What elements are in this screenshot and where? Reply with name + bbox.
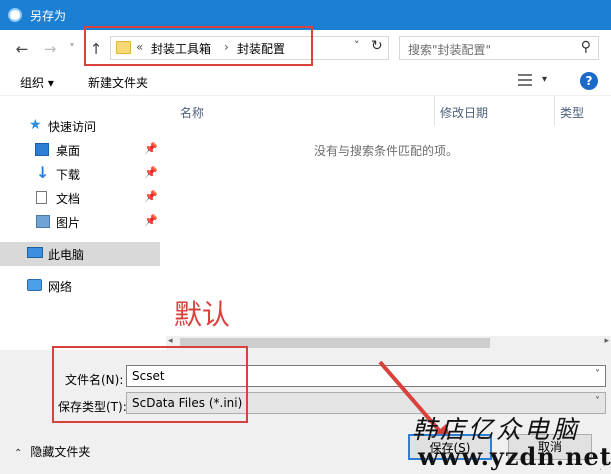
picture-icon <box>36 215 50 228</box>
column-header-type[interactable]: 类型 <box>560 104 584 121</box>
hide-folders-label: 隐藏文件夹 <box>30 445 91 459</box>
sidebar-item-downloads[interactable]: ↓ 下载 📌 <box>0 162 160 186</box>
pin-icon[interactable]: 📌 <box>144 142 158 155</box>
column-divider[interactable] <box>434 96 435 126</box>
pin-icon[interactable]: 📌 <box>144 190 158 203</box>
recent-locations-chevron-icon[interactable]: ˅ <box>62 39 82 59</box>
download-icon: ↓ <box>36 163 50 182</box>
pin-icon[interactable]: 📌 <box>144 166 158 179</box>
organize-menu-button[interactable]: 组织 ▾ <box>20 74 54 91</box>
sidebar-item-label: 图片 <box>56 216 81 230</box>
sidebar-item-quick-access[interactable]: ★ 快速访问 <box>0 114 160 138</box>
sidebar-item-label: 此电脑 <box>48 248 85 262</box>
annotation-label: 默认 <box>174 298 231 331</box>
watermark-url: www.yzdn.net <box>418 442 611 471</box>
desktop-icon <box>35 143 49 156</box>
window-title: 另存为 <box>30 9 67 23</box>
filename-dropdown-icon[interactable]: ˅ <box>595 369 600 380</box>
computer-icon <box>27 247 43 258</box>
sidebar-item-pictures[interactable]: 图片 📌 <box>0 210 160 234</box>
document-icon <box>36 191 47 204</box>
search-input[interactable]: 搜索"封装配置" ⚲ <box>399 36 599 60</box>
empty-message: 没有与搜索条件匹配的项。 <box>314 144 459 158</box>
sidebar-item-network[interactable]: 网络 <box>0 274 160 298</box>
annotation-box-address <box>84 26 313 66</box>
app-icon <box>8 8 22 22</box>
collapse-chevron-icon: ⌃ <box>14 448 23 459</box>
back-arrow-icon[interactable]: ← <box>12 39 32 59</box>
pin-icon[interactable]: 📌 <box>144 214 158 227</box>
sidebar-item-label: 桌面 <box>56 144 81 158</box>
navigation-pane: ★ 快速访问 桌面 📌 ↓ 下载 📌 文档 📌 图片 📌 此电脑 网络 <box>0 96 160 350</box>
sidebar-item-label: 下载 <box>56 168 81 182</box>
sidebar-item-desktop[interactable]: 桌面 📌 <box>0 138 160 162</box>
watermark-text: 韩店亿众电脑 <box>412 415 581 444</box>
refresh-icon[interactable]: ↻ <box>371 38 383 54</box>
view-options-icon[interactable] <box>518 74 532 86</box>
column-header-name[interactable]: 名称 <box>180 104 204 121</box>
new-folder-button[interactable]: 新建文件夹 <box>88 74 148 91</box>
scroll-right-icon[interactable]: ▸ <box>604 336 609 346</box>
scroll-left-icon[interactable]: ◂ <box>168 336 173 346</box>
sidebar-item-this-pc[interactable]: 此电脑 <box>0 242 160 266</box>
column-divider[interactable] <box>554 96 555 126</box>
star-icon: ★ <box>29 117 42 133</box>
annotation-box-fields <box>52 346 248 423</box>
sidebar-item-label: 快速访问 <box>48 120 97 134</box>
network-icon <box>27 279 42 291</box>
sidebar-item-label: 文档 <box>56 192 81 206</box>
search-icon[interactable]: ⚲ <box>581 39 591 55</box>
address-dropdown-icon[interactable]: ˅ <box>354 39 360 52</box>
sidebar-item-label: 网络 <box>48 280 73 294</box>
help-icon[interactable]: ? <box>580 72 598 90</box>
column-header-date[interactable]: 修改日期 <box>440 104 488 121</box>
sidebar-item-documents[interactable]: 文档 📌 <box>0 186 160 210</box>
filetype-dropdown-icon[interactable]: ˅ <box>595 396 600 407</box>
search-placeholder: 搜索"封装配置" <box>408 43 492 57</box>
forward-arrow-icon[interactable]: → <box>40 39 60 59</box>
file-list[interactable]: 名称 修改日期 类型 没有与搜索条件匹配的项。 默认 ◂ ▸ <box>166 96 611 350</box>
view-dropdown-icon[interactable]: ▾ <box>542 74 547 85</box>
resize-grip-icon[interactable]: ⋰ <box>599 461 609 472</box>
hide-folders-toggle[interactable]: ⌃ 隐藏文件夹 <box>14 443 90 460</box>
toolbar: 组织 ▾ 新建文件夹 ▾ ? <box>0 68 611 96</box>
